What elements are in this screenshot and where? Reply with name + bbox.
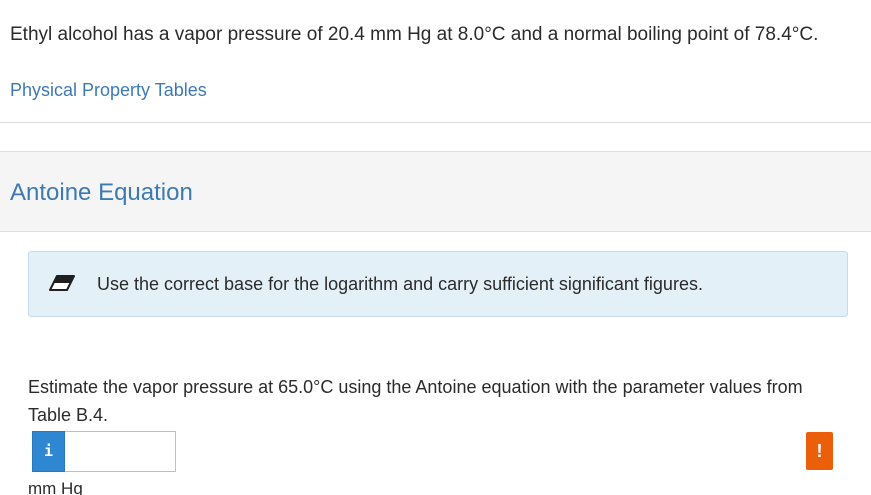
question-text: Estimate the vapor pressure at 65.0°C us… xyxy=(28,377,803,425)
info-button[interactable]: i xyxy=(32,431,65,472)
hint-text: Use the correct base for the logarithm a… xyxy=(97,274,703,294)
answer-input[interactable] xyxy=(65,431,176,472)
section-header: Antoine Equation xyxy=(0,151,871,232)
divider xyxy=(0,122,871,123)
section-title: Antoine Equation xyxy=(10,179,193,206)
physical-property-tables-link[interactable]: Physical Property Tables xyxy=(10,78,207,102)
hint-box: Use the correct base for the logarithm a… xyxy=(28,251,848,317)
problem-page: Ethyl alcohol has a vapor pressure of 20… xyxy=(0,0,871,495)
unit-label: mm Hg xyxy=(28,479,83,495)
alert-button[interactable]: ! xyxy=(806,432,833,470)
eraser-icon xyxy=(49,275,75,291)
answer-row: i xyxy=(32,431,176,472)
problem-statement: Ethyl alcohol has a vapor pressure of 20… xyxy=(10,24,819,45)
